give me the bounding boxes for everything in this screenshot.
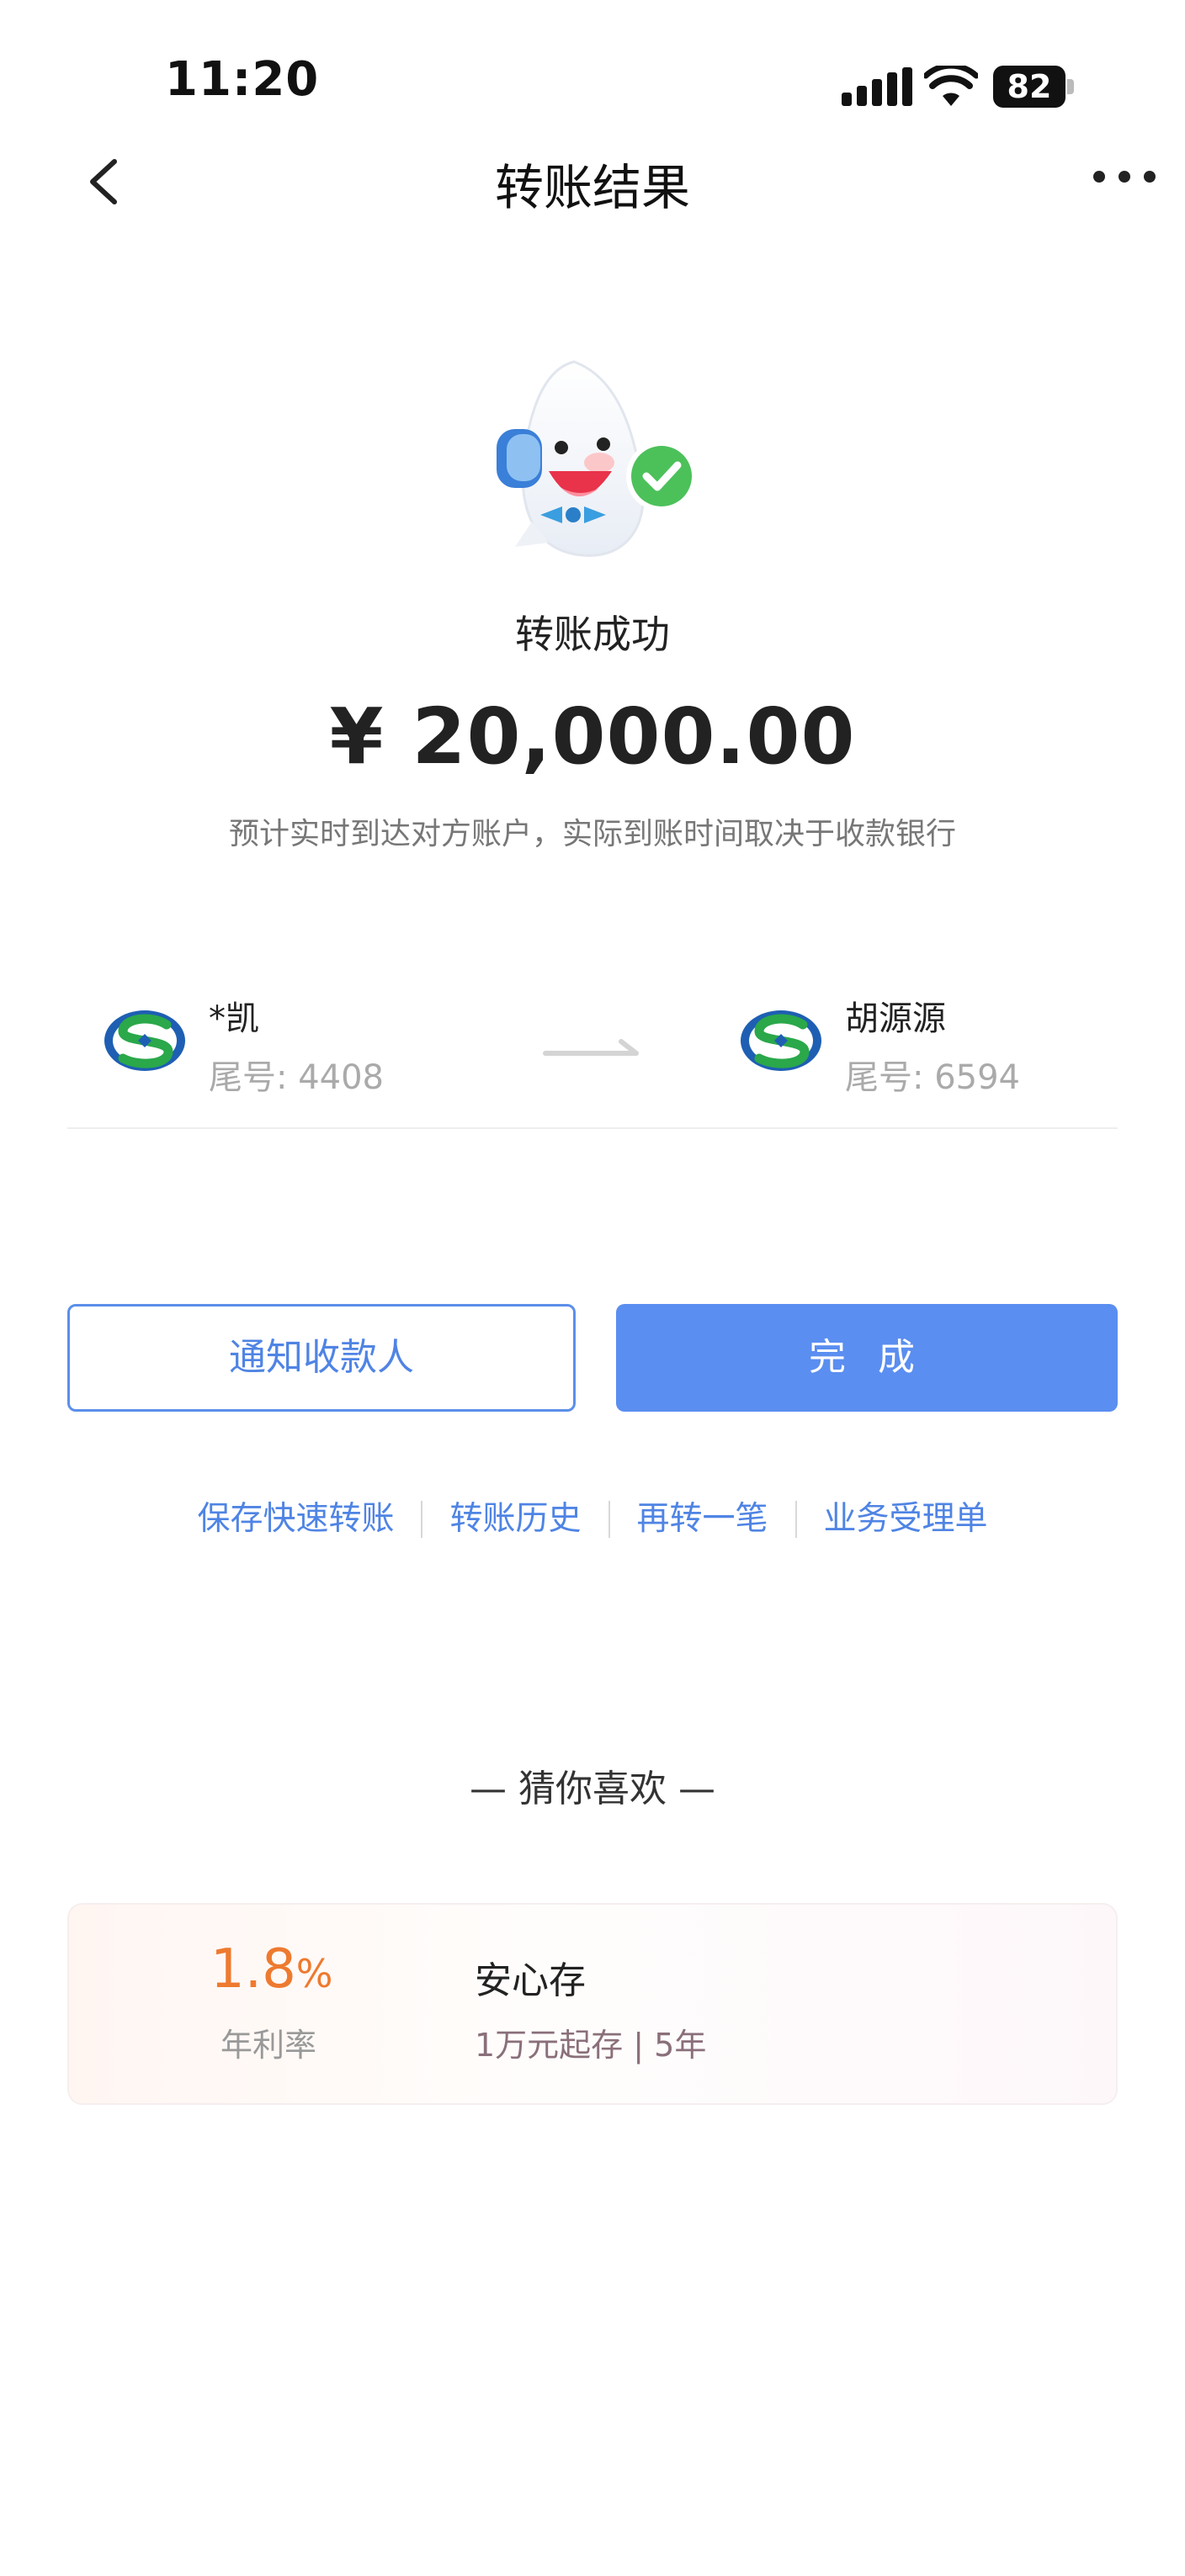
page-title: 转账结果 [494, 159, 690, 216]
notify-payee-button[interactable]: 通知收款人 [67, 1304, 576, 1412]
battery-icon: 82 [993, 66, 1074, 108]
transfer-history-link[interactable]: 转账历史 [422, 1498, 608, 1540]
mascot-success-illustration [497, 360, 697, 557]
payee-name: 胡源源 [845, 999, 946, 1038]
transfer-status: 转账成功 [515, 612, 670, 657]
battery-cap [1067, 79, 1074, 94]
product-name: 安心存 [475, 1959, 586, 2002]
recommend-title: — 猜你喜欢 — [470, 1768, 715, 1810]
save-quick-transfer-link[interactable]: 保存快速转账 [170, 1498, 421, 1540]
rate-label: 年利率 [221, 2027, 317, 2064]
payer-name: *凯 [209, 999, 259, 1038]
arrival-note: 预计实时到达对方账户，实际到账时间取决于收款银行 [228, 817, 956, 851]
payee-account-tail: 尾号: 6594 [845, 1058, 1020, 1097]
transfer-arrow-icon [543, 1039, 639, 1056]
service-receipt-link[interactable]: 业务受理单 [797, 1498, 1015, 1540]
payer-account-tail: 尾号: 4408 [209, 1058, 384, 1097]
transfer-amount: ¥ 20,000.00 [329, 692, 856, 782]
more-icon[interactable] [1091, 167, 1158, 187]
rate-number: 1.8 [210, 1938, 296, 2001]
signal-icon [842, 67, 912, 106]
status-time: 11:20 [165, 52, 320, 107]
quick-links: 保存快速转账 转账历史 再转一笔 业务受理单 [0, 1494, 1185, 1545]
wifi-icon [924, 66, 978, 106]
payee-bank-logo-icon [741, 1010, 821, 1071]
divider [67, 1127, 1118, 1129]
rate-value: 1.8% [210, 1938, 471, 2001]
status-bar: 11:20 82 [0, 0, 1185, 151]
rate-unit: % [295, 1951, 333, 1996]
transfer-again-link[interactable]: 再转一笔 [610, 1498, 795, 1540]
done-button[interactable]: 完 成 [616, 1304, 1118, 1412]
product-description: 1万元起存 | 5年 [475, 2027, 707, 2064]
battery-level: 82 [1007, 68, 1052, 105]
payer-bank-logo-icon [104, 1010, 185, 1071]
product-card[interactable]: 1.8% 年利率 安心存 1万元起存 | 5年 [67, 1903, 1118, 2105]
